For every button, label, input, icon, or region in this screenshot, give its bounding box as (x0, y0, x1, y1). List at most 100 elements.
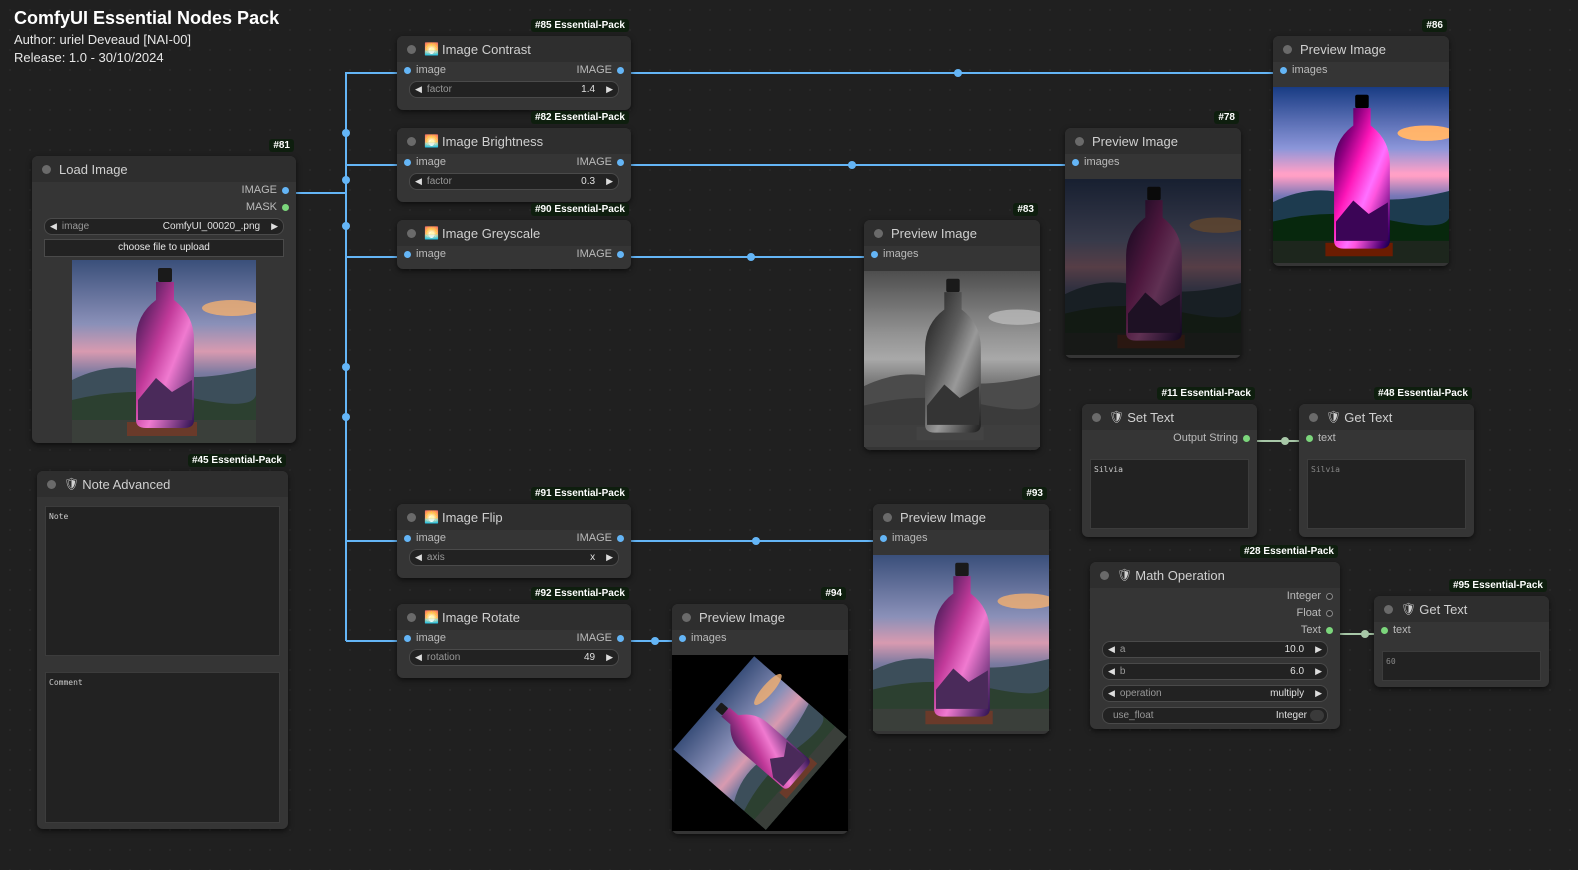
collapse-dot[interactable] (883, 512, 892, 522)
input-socket-image[interactable] (404, 250, 411, 258)
preview-image-node-93[interactable]: #93 Preview Image images (873, 487, 1049, 734)
right-arrow-icon[interactable]: ▶ (601, 176, 618, 187)
node-title: Preview Image (699, 609, 785, 625)
left-arrow-icon[interactable]: ◀ (410, 84, 427, 95)
preview-image-node-86[interactable]: #86 Preview Image images (1273, 19, 1449, 266)
left-arrow-icon[interactable]: ◀ (410, 176, 427, 187)
input-socket-text[interactable] (1306, 434, 1313, 442)
sunset-icon: 🌅 (424, 134, 439, 148)
shield-icon: 🛡 (1401, 602, 1417, 616)
output-socket-image[interactable] (617, 158, 624, 166)
note-textarea[interactable]: Note (45, 506, 280, 656)
collapse-dot[interactable] (407, 228, 416, 238)
collapse-dot[interactable] (407, 512, 416, 522)
collapse-dot[interactable] (1075, 136, 1084, 146)
use-float-toggle[interactable]: use_float Integer (1102, 707, 1328, 724)
left-arrow-icon[interactable]: ◀ (45, 221, 62, 232)
collapse-dot[interactable] (42, 164, 51, 174)
node-id-badge: #28 Essential-Pack (1239, 545, 1338, 558)
right-arrow-icon[interactable]: ▶ (1310, 688, 1327, 699)
preview-image-node-78[interactable]: #78 Preview Image images (1065, 111, 1241, 358)
left-arrow-icon[interactable]: ◀ (1103, 688, 1120, 699)
set-text-textarea[interactable]: Silvia (1090, 459, 1249, 529)
input-socket-image[interactable] (404, 66, 411, 74)
collapse-dot[interactable] (407, 44, 416, 54)
get-text-display: 60 (1382, 651, 1541, 681)
node-title: Image Rotate (441, 609, 520, 625)
output-socket-integer[interactable] (1326, 592, 1333, 600)
b-widget[interactable]: ◀ b 6.0 ▶ (1102, 663, 1328, 680)
factor-widget[interactable]: ◀ factor 1.4 ▶ (409, 81, 619, 98)
preview-image-node-83[interactable]: #83 Preview Image images (864, 203, 1040, 450)
sunset-icon: 🌅 (424, 226, 439, 240)
output-socket-image[interactable] (617, 534, 624, 542)
output-socket-image[interactable] (617, 634, 624, 642)
output-socket-string[interactable] (1243, 434, 1250, 442)
toggle-switch-icon[interactable] (1310, 710, 1324, 721)
image-select-widget[interactable]: ◀ image ComfyUI_00020_.png ▶ (44, 218, 284, 235)
output-socket-mask[interactable] (282, 203, 289, 211)
output-socket-image[interactable] (617, 66, 624, 74)
collapse-dot[interactable] (407, 612, 416, 622)
collapse-dot[interactable] (1092, 412, 1101, 422)
right-arrow-icon[interactable]: ▶ (266, 221, 283, 232)
output-socket-text[interactable] (1326, 626, 1333, 634)
upload-button[interactable]: choose file to upload (44, 239, 284, 257)
node-title: Preview Image (1300, 41, 1386, 57)
input-socket-images[interactable] (880, 534, 887, 542)
factor-widget[interactable]: ◀ factor 0.3 ▶ (409, 173, 619, 190)
node-title: Load Image (59, 161, 128, 177)
output-socket-float[interactable] (1326, 609, 1333, 617)
collapse-dot[interactable] (1283, 44, 1292, 54)
collapse-dot[interactable] (407, 136, 416, 146)
input-socket-image[interactable] (404, 158, 411, 166)
comment-textarea[interactable]: Comment (45, 672, 280, 823)
left-arrow-icon[interactable]: ◀ (410, 552, 427, 563)
get-text-node-95[interactable]: #95 Essential-Pack 🛡 Get Text text 60 (1374, 579, 1549, 687)
note-advanced-node[interactable]: #45 Essential-Pack 🛡 Note Advanced Note C… (37, 454, 288, 829)
image-greyscale-node[interactable]: #90 Essential-Pack 🌅 Image Greyscale imag… (397, 203, 631, 269)
input-socket-images[interactable] (871, 250, 878, 258)
collapse-dot[interactable] (1309, 412, 1318, 422)
collapse-dot[interactable] (47, 479, 56, 489)
pack-title: ComfyUI Essential Nodes Pack (14, 8, 280, 28)
rotation-widget[interactable]: ◀ rotation 49 ▶ (409, 649, 619, 666)
input-socket-image[interactable] (404, 534, 411, 542)
input-socket-images[interactable] (1072, 158, 1079, 166)
shield-icon: 🛡 (1117, 568, 1133, 582)
right-arrow-icon[interactable]: ▶ (601, 652, 618, 663)
right-arrow-icon[interactable]: ▶ (601, 84, 618, 95)
math-operation-node[interactable]: #28 Essential-Pack 🛡 Math Operation Integ… (1090, 545, 1340, 729)
left-arrow-icon[interactable]: ◀ (410, 652, 427, 663)
axis-widget[interactable]: ◀ axis x ▶ (409, 549, 619, 566)
input-socket-images[interactable] (1280, 66, 1287, 74)
output-socket-image[interactable] (617, 250, 624, 258)
shield-icon: 🛡 (1326, 410, 1342, 424)
right-arrow-icon[interactable]: ▶ (1310, 644, 1327, 655)
image-contrast-node[interactable]: #85 Essential-Pack 🌅 Image Contrast image… (397, 19, 631, 110)
collapse-dot[interactable] (1100, 570, 1109, 580)
left-arrow-icon[interactable]: ◀ (1103, 666, 1120, 677)
image-flip-node[interactable]: #91 Essential-Pack 🌅 Image Flip image IMAG… (397, 487, 631, 578)
output-socket-image[interactable] (282, 186, 289, 194)
input-socket-image[interactable] (404, 634, 411, 642)
get-text-node-48[interactable]: #48 Essential-Pack 🛡 Get Text text Silvia (1299, 387, 1474, 537)
preview-image-node-94[interactable]: #94 Preview Image images (672, 587, 848, 834)
right-arrow-icon[interactable]: ▶ (601, 552, 618, 563)
get-text-display: Silvia (1307, 459, 1466, 529)
image-brightness-node[interactable]: #82 Essential-Pack 🌅 Image Brightness ima… (397, 111, 631, 202)
load-image-node[interactable]: #81 Load Image IMAGE MASK ◀ image ComfyUI_… (32, 139, 296, 443)
collapse-dot[interactable] (1384, 604, 1393, 614)
collapse-dot[interactable] (682, 612, 691, 622)
input-socket-images[interactable] (679, 634, 686, 642)
a-widget[interactable]: ◀ a 10.0 ▶ (1102, 641, 1328, 658)
pack-release: Release: 1.0 - 30/10/2024 (14, 50, 164, 65)
collapse-dot[interactable] (874, 228, 883, 238)
set-text-node[interactable]: #11 Essential-Pack 🛡 Set Text Output Stri… (1082, 387, 1257, 537)
input-socket-text[interactable] (1381, 626, 1388, 634)
image-rotate-node[interactable]: #92 Essential-Pack 🌅 Image Rotate image IM… (397, 587, 631, 678)
right-arrow-icon[interactable]: ▶ (1310, 666, 1327, 677)
operation-widget[interactable]: ◀ operation multiply ▶ (1102, 685, 1328, 702)
node-id-badge: #94 (821, 587, 846, 600)
left-arrow-icon[interactable]: ◀ (1103, 644, 1120, 655)
